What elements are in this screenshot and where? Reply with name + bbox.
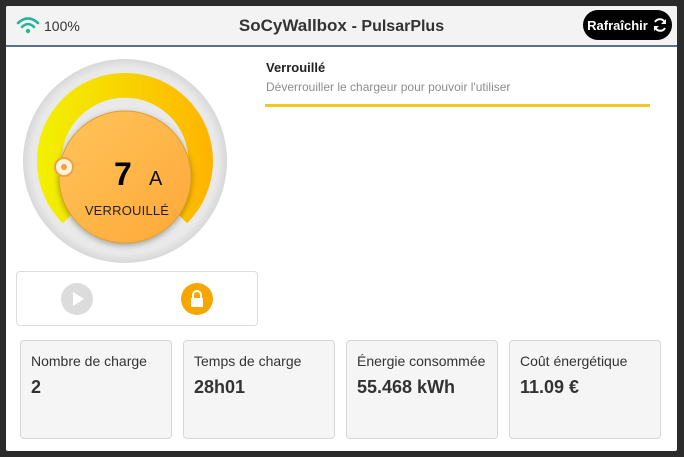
header-bar: 100% SoCyWallbox - PulsarPlus Rafraîchir xyxy=(6,6,677,47)
refresh-icon xyxy=(653,18,666,32)
status-title: Verrouillé xyxy=(266,60,326,75)
current-unit: A xyxy=(149,168,163,190)
stat-value: 11.09 € xyxy=(520,377,580,397)
stat-card-energy: Énergie consommée 55.468 kWh xyxy=(346,340,498,439)
stat-label: Temps de charge xyxy=(194,353,302,369)
refresh-label: Rafraîchir xyxy=(587,17,648,33)
lock-icon[interactable] xyxy=(181,283,213,315)
stat-card-charge-time: Temps de charge 28h01 xyxy=(183,340,335,439)
app-frame: 100% SoCyWallbox - PulsarPlus Rafraîchir xyxy=(6,6,677,451)
refresh-button[interactable]: Rafraîchir xyxy=(583,10,672,40)
control-panel xyxy=(16,271,258,326)
stat-label: Énergie consommée xyxy=(357,353,486,369)
stat-value: 55.468 kWh xyxy=(357,377,456,397)
play-icon[interactable] xyxy=(61,283,93,315)
stat-card-charges: Nombre de charge 2 xyxy=(20,340,172,439)
stat-value: 2 xyxy=(31,377,42,397)
device-name: - PulsarPlus xyxy=(351,18,445,35)
current-value: 7 xyxy=(114,156,132,192)
page-title: SoCyWallbox - PulsarPlus xyxy=(6,16,677,36)
status-description: Déverrouiller le chargeur pour pouvoir l… xyxy=(266,80,511,94)
status-bar xyxy=(265,104,650,107)
stat-label: Coût énergétique xyxy=(520,353,628,369)
stat-card-cost: Coût énergétique 11.09 € xyxy=(509,340,661,439)
stat-value: 28h01 xyxy=(194,377,246,397)
app-name: SoCyWallbox xyxy=(238,16,347,35)
charger-state: VERROUILLÉ xyxy=(84,203,170,218)
stat-label: Nombre de charge xyxy=(31,353,147,369)
gauge-knob-dot xyxy=(61,164,67,170)
